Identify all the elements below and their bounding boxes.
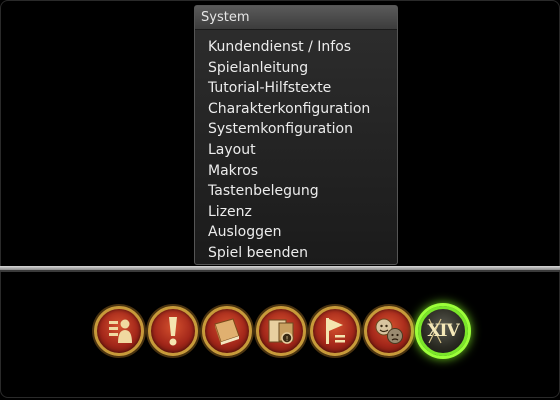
system-menu-button[interactable]: XIV (418, 306, 468, 356)
character-button[interactable] (94, 306, 144, 356)
menu-item-game-guide[interactable]: Spielanleitung (195, 58, 397, 79)
hotbar-divider-shadow (0, 270, 560, 272)
menu-item-layout[interactable]: Layout (195, 140, 397, 161)
menu-item-keybinds[interactable]: Tastenbelegung (195, 181, 397, 202)
svg-text:!: ! (286, 335, 289, 343)
party-finder-button[interactable] (310, 306, 360, 356)
menu-item-support[interactable]: Kundendienst / Infos (195, 37, 397, 58)
inventory-icon: ! (268, 319, 294, 344)
menu-item-quit[interactable]: Spiel beenden (195, 243, 397, 264)
main-menu-hotbar: ! XIV (94, 304, 474, 360)
menu-item-tutorial[interactable]: Tutorial-Hilfstexte (195, 78, 397, 99)
system-menu-list: Kundendienst / Infos Spielanleitung Tuto… (195, 30, 397, 264)
book-icon (214, 318, 240, 345)
menu-item-character-config[interactable]: Charakterkonfiguration (195, 99, 397, 120)
menu-item-system-config[interactable]: Systemkonfiguration (195, 119, 397, 140)
social-icon (375, 318, 403, 344)
system-menu: System Kundendienst / Infos Spielanleitu… (194, 5, 398, 265)
system-menu-button-label: XIV (427, 321, 459, 341)
menu-item-logout[interactable]: Ausloggen (195, 222, 397, 243)
alert-icon (169, 317, 177, 346)
menu-item-license[interactable]: Lizenz (195, 202, 397, 223)
system-menu-title: System (195, 6, 397, 30)
menu-item-macros[interactable]: Makros (195, 161, 397, 182)
inventory-button[interactable]: ! (256, 306, 306, 356)
flag-icon (326, 318, 345, 344)
social-button[interactable] (364, 306, 414, 356)
journal-button[interactable] (202, 306, 252, 356)
alert-button[interactable] (148, 306, 198, 356)
character-list-icon (109, 319, 132, 343)
